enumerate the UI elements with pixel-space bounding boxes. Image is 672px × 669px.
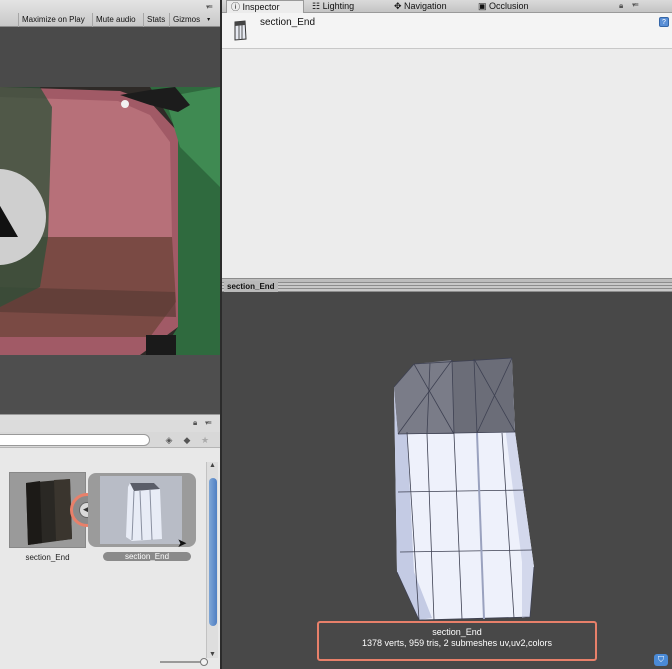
mesh-icon xyxy=(234,20,247,41)
game-render xyxy=(0,87,220,355)
dropdown-arrow-icon: ▾ xyxy=(207,17,211,23)
gizmos-dropdown[interactable]: Gizmos ▾ xyxy=(169,13,212,27)
search-input[interactable] xyxy=(0,434,150,446)
info-icon: ⓘ xyxy=(231,2,243,12)
tab-label: Navigation xyxy=(404,1,447,11)
mouse-cursor-icon: ➤ xyxy=(177,536,188,550)
tab-label: Lighting xyxy=(322,1,355,11)
stats-button[interactable]: Stats xyxy=(143,13,168,27)
lock-icon[interactable]: 🔒︎ xyxy=(193,418,197,428)
object-name: section_End xyxy=(260,17,316,28)
inspector-panel xyxy=(222,13,672,278)
lighting-icon: ☷ xyxy=(312,1,323,11)
project-search-row: ◈ ◆ ★ xyxy=(0,432,220,448)
lock-icon[interactable]: 🔒︎ xyxy=(619,1,623,11)
inspector-menu-icon[interactable]: ▾≡ xyxy=(632,1,639,9)
mesh-stats-label: 1378 verts, 959 tris, 2 submeshes uv,uv2… xyxy=(362,638,552,648)
asset-label-selected: section_End xyxy=(103,552,191,561)
mesh-info-box: section_End 1378 verts, 959 tris, 2 subm… xyxy=(317,621,597,661)
occlusion-icon: ▣ xyxy=(478,1,490,11)
scroll-thumb[interactable] xyxy=(209,478,217,626)
panel-menu-icon[interactable]: ▾≡ xyxy=(206,3,213,11)
maximize-on-play-button[interactable]: Maximize on Play xyxy=(18,13,88,27)
mesh-name-label: section_End xyxy=(432,627,482,637)
favorite-star-icon[interactable]: ★ xyxy=(199,434,211,446)
mesh-preview[interactable]: section_End 1378 verts, 959 tris, 2 subm… xyxy=(222,292,672,669)
preview-titlebar[interactable]: section_End xyxy=(222,281,672,292)
game-toolbar: ▾≡ Maximize on Play Mute audio Stats Giz… xyxy=(0,0,220,27)
filter-by-type-icon[interactable]: ◈ xyxy=(163,434,175,446)
filter-by-label-icon[interactable]: ◆ xyxy=(181,434,193,446)
game-view-bottom xyxy=(0,355,220,414)
tab-lighting[interactable]: ☷ Lighting xyxy=(308,0,354,13)
project-menu-icon[interactable]: ▾≡ xyxy=(205,419,212,427)
preview-title: section_End xyxy=(224,281,278,292)
inspector-tabbar: ⓘ Inspector ☷ Lighting ✥ Navigation ▣ Oc… xyxy=(222,0,672,13)
asset-label: section_End xyxy=(25,553,70,562)
tab-label: Inspector xyxy=(242,2,280,12)
unity-editor: ▾≡ Maximize on Play Mute audio Stats Giz… xyxy=(0,0,672,669)
asset-label-tag-icon[interactable]: ⛉ xyxy=(654,654,668,666)
zoom-slider[interactable] xyxy=(160,658,208,666)
tab-label: Occlusion xyxy=(489,1,529,11)
project-scrollbar[interactable]: ▲ ▼ xyxy=(206,462,218,658)
inspector-header: section_End ? xyxy=(222,13,672,49)
tab-occlusion[interactable]: ▣ Occlusion xyxy=(474,0,529,13)
tab-navigation[interactable]: ✥ Navigation xyxy=(390,0,447,13)
mute-audio-button[interactable]: Mute audio xyxy=(92,13,139,27)
navigation-icon: ✥ xyxy=(394,1,405,11)
project-header: 🔒︎ ▾≡ xyxy=(0,414,220,432)
help-icon[interactable]: ? xyxy=(659,17,669,27)
zoom-slider-handle[interactable] xyxy=(200,658,208,666)
mesh-render xyxy=(393,357,535,621)
game-view-panel: ▾≡ Maximize on Play Mute audio Stats Giz… xyxy=(0,0,220,414)
tab-inspector[interactable]: ⓘ Inspector xyxy=(226,0,304,13)
gizmos-label: Gizmos xyxy=(173,15,201,24)
